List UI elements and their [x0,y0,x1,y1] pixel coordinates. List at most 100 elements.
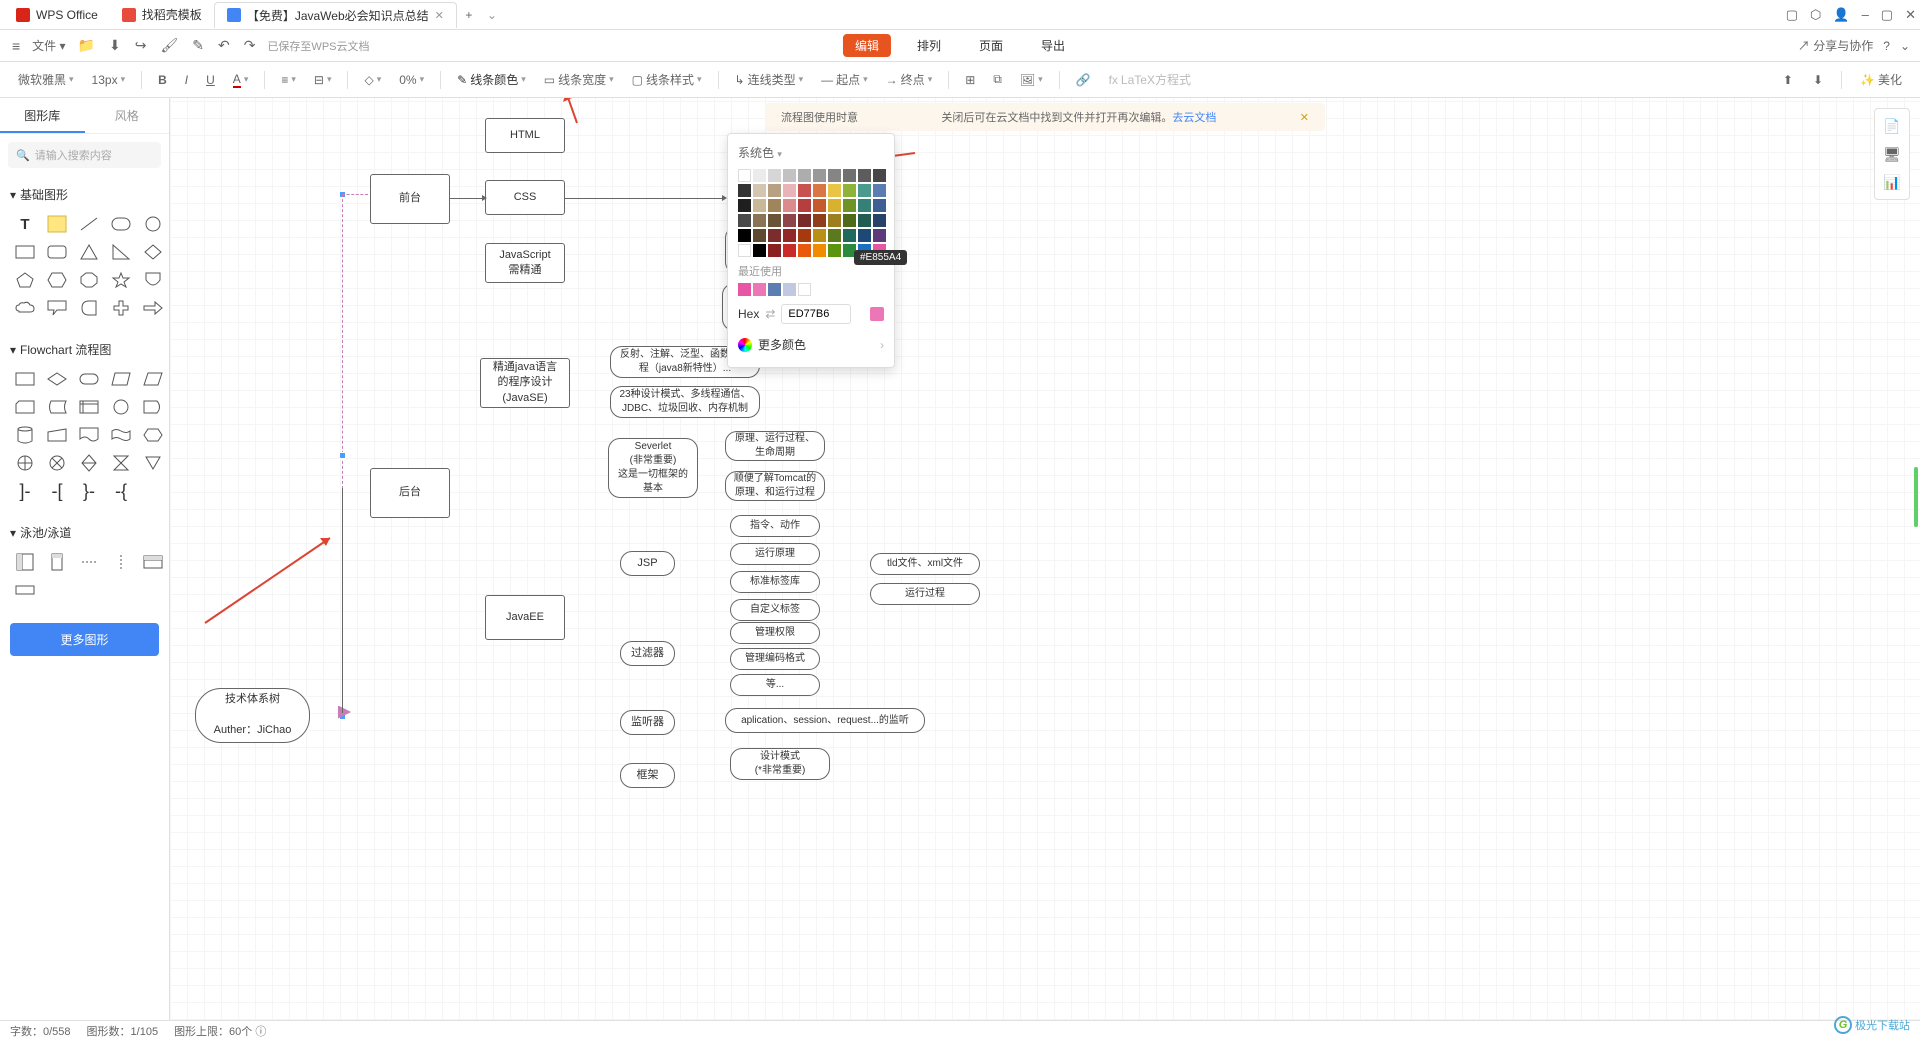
color-swatch[interactable] [843,229,856,242]
shape-callout[interactable] [44,297,70,319]
add-tab-button[interactable]: + [457,8,481,22]
pool-single[interactable] [12,579,38,601]
fc-card[interactable] [12,396,38,418]
conn-type-button[interactable]: ↳ 连线类型▾ [729,68,810,91]
fc-or[interactable] [44,452,70,474]
color-swatch[interactable] [783,214,796,227]
end-button[interactable]: → 终点▾ [880,68,939,91]
redo-icon[interactable]: ↷ [242,35,258,56]
fc-sort[interactable] [76,452,102,474]
fc-data[interactable] [140,368,166,390]
node-listener[interactable]: 监听器 [620,710,675,735]
color-swatch[interactable] [828,244,841,257]
shape-octagon[interactable] [76,269,102,291]
recent-swatch[interactable] [768,283,781,296]
bold-button[interactable]: B [152,70,173,90]
pool-sep-v[interactable] [76,551,102,573]
line-width-button[interactable]: ▭ 线条宽度▾ [538,68,620,91]
fc-merge[interactable] [140,452,166,474]
color-swatch[interactable] [828,214,841,227]
shape-hexagon[interactable] [44,269,70,291]
color-swatch[interactable] [738,229,751,242]
shape-roundrect[interactable] [108,213,134,235]
mode-edit[interactable]: 编辑 [843,34,891,57]
color-swatch[interactable] [873,184,886,197]
node-principle[interactable]: 原理、运行过程、 生命周期 [725,431,825,461]
fc-db[interactable] [12,424,38,446]
fc-stored[interactable] [44,396,70,418]
color-swatch[interactable] [798,214,811,227]
node-design[interactable]: 设计模式 (*非常重要) [730,748,830,780]
fc-process[interactable] [12,368,38,390]
underline-button[interactable]: U [200,70,221,90]
color-swatch[interactable] [753,169,766,182]
panel-chart-icon[interactable]: 📊 [1881,171,1903,193]
color-swatch[interactable] [873,214,886,227]
recent-swatch[interactable] [753,283,766,296]
minimize-button[interactable]: ‒ [1862,7,1869,22]
node-tree[interactable]: 技术体系树 Auther：JiChao [195,688,310,743]
color-swatch[interactable] [753,229,766,242]
color-swatch[interactable] [873,169,886,182]
maximize-button[interactable]: ▢ [1881,7,1893,23]
color-swatch[interactable] [813,229,826,242]
color-swatch[interactable] [843,169,856,182]
line-style-button[interactable]: ▢ 线条样式▾ [626,68,708,91]
mode-page[interactable]: 页面 [967,34,1015,57]
hex-input[interactable] [781,304,851,324]
color-swatch[interactable] [843,214,856,227]
color-swatch[interactable] [828,199,841,212]
color-swatch[interactable] [738,214,751,227]
node-jsp[interactable]: JSP [620,551,675,576]
panel-outline-icon[interactable]: 📄 [1881,115,1903,137]
color-swatch[interactable] [783,199,796,212]
color-swatch[interactable] [768,169,781,182]
color-swatch[interactable] [798,244,811,257]
banner-link[interactable]: 去云文档 [1172,112,1216,124]
color-swatch[interactable] [843,184,856,197]
backward-icon[interactable]: ⬇ [1807,70,1829,90]
link-icon[interactable]: 🔗 [1070,70,1097,90]
node-servlet[interactable]: Severlet (非常重要) 这是一切框架的 基本 [608,438,698,498]
tab-menu[interactable]: ⌄ [481,8,503,22]
color-swatch[interactable] [738,199,751,212]
node-js[interactable]: JavaScript 需精通 [485,243,565,283]
sidebar-tab-shapes[interactable]: 图形库 [0,98,85,133]
fc-display[interactable] [108,368,134,390]
node-cmd[interactable]: 指令、动作 [730,515,820,537]
fc-curly-r[interactable]: }- [76,480,102,502]
node-frontend[interactable]: 前台 [370,174,450,224]
fc-tape[interactable] [108,424,134,446]
node-aplication[interactable]: aplication、session、request...的监听 [725,708,925,733]
node-backend[interactable]: 后台 [370,468,450,518]
download-icon[interactable]: ⬇ [107,35,123,56]
node-javase[interactable]: 精通java语言 的程序设计 (JavaSE) [480,358,570,408]
color-swatch[interactable] [798,199,811,212]
color-swatch[interactable] [873,199,886,212]
app-icon[interactable]: ▢ [1786,7,1798,23]
section-pool[interactable]: ▾ 泳池/泳道 [10,520,159,545]
tab-document[interactable]: 【免费】JavaWeb必会知识点总结✕ [214,2,457,28]
node-css[interactable]: CSS [485,180,565,215]
color-swatch[interactable] [768,199,781,212]
fc-collate[interactable] [108,452,134,474]
color-swatch[interactable] [843,199,856,212]
expand-icon[interactable]: ⌄ [1900,39,1910,53]
forward-icon[interactable]: ⬆ [1777,70,1799,90]
recent-swatch[interactable] [783,283,796,296]
tab-template[interactable]: 找稻壳模板 [110,2,214,28]
color-swatch[interactable] [828,169,841,182]
node-perm[interactable]: 管理权限 [730,622,820,644]
close-window-button[interactable]: ✕ [1905,7,1916,23]
close-icon[interactable]: ✕ [435,9,444,22]
shape-drop[interactable] [76,297,102,319]
more-colors-button[interactable]: 更多颜色 › [738,332,884,357]
font-color-button[interactable]: A▾ [227,69,255,91]
undo-icon[interactable]: ↶ [216,35,232,56]
color-swatch[interactable] [798,169,811,182]
fc-sum[interactable] [12,452,38,474]
color-swatch[interactable] [783,169,796,182]
section-basic[interactable]: ▾ 基础图形 [10,182,159,207]
pool-lane-v[interactable] [44,551,70,573]
color-swatch[interactable] [738,169,751,182]
